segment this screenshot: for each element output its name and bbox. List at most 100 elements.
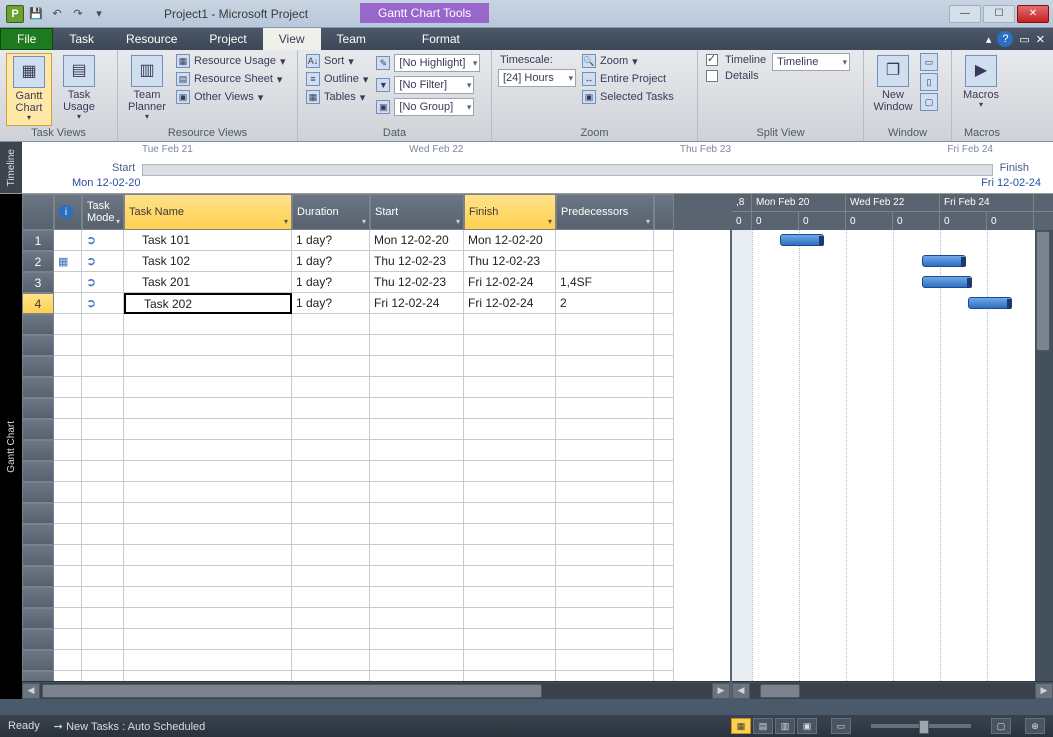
new-window-button[interactable]: ❐ New Window [870, 53, 916, 126]
empty-cell[interactable] [654, 419, 674, 440]
macros-button[interactable]: ▶ Macros▾ [958, 53, 1004, 126]
empty-cell[interactable] [82, 608, 124, 629]
cell-predecessors[interactable] [556, 230, 654, 251]
empty-cell[interactable] [464, 440, 556, 461]
zoom-slider[interactable] [871, 724, 971, 728]
empty-cell[interactable] [464, 524, 556, 545]
empty-cell[interactable] [22, 419, 54, 440]
table-row-empty[interactable] [22, 440, 730, 461]
cell-indicator[interactable]: ▦ [54, 251, 82, 272]
timeline-checkbox[interactable]: Timeline [704, 53, 768, 67]
empty-cell[interactable] [464, 419, 556, 440]
switch-windows-icon[interactable]: ▭ [920, 53, 938, 71]
table-row-empty[interactable] [22, 461, 730, 482]
scroll-right-icon[interactable]: ▶ [712, 683, 730, 699]
empty-cell[interactable] [556, 356, 654, 377]
table-row-empty[interactable] [22, 629, 730, 650]
selected-tasks-button[interactable]: ▣Selected Tasks [580, 89, 676, 105]
col-task-name[interactable]: Task Name▾ [124, 194, 292, 230]
zoom-in-icon[interactable]: ⊕ [1025, 718, 1045, 734]
empty-cell[interactable] [370, 335, 464, 356]
cell-extra[interactable] [654, 272, 674, 293]
empty-cell[interactable] [292, 335, 370, 356]
empty-cell[interactable] [464, 356, 556, 377]
empty-cell[interactable] [82, 524, 124, 545]
empty-cell[interactable] [22, 314, 54, 335]
timeline-view-dropdown[interactable]: Timeline [772, 53, 850, 71]
empty-cell[interactable] [82, 314, 124, 335]
empty-cell[interactable] [82, 377, 124, 398]
empty-cell[interactable] [556, 608, 654, 629]
gantt-bar[interactable] [968, 297, 1012, 309]
empty-cell[interactable] [124, 629, 292, 650]
empty-cell[interactable] [124, 608, 292, 629]
cell-start[interactable]: Thu 12-02-23 [370, 272, 464, 293]
filter-dropdown[interactable]: ▼[No Filter] [374, 75, 482, 95]
gantt-chart-button[interactable]: ▦ Gantt Chart▾ [6, 53, 52, 126]
empty-cell[interactable] [124, 650, 292, 671]
minimize-button[interactable]: — [949, 5, 981, 23]
empty-cell[interactable] [22, 356, 54, 377]
empty-cell[interactable] [82, 461, 124, 482]
empty-cell[interactable] [556, 335, 654, 356]
scroll-right-icon[interactable]: ▶ [1035, 683, 1053, 699]
cell-predecessors[interactable]: 1,4SF [556, 272, 654, 293]
empty-cell[interactable] [464, 545, 556, 566]
empty-cell[interactable] [22, 608, 54, 629]
empty-cell[interactable] [22, 503, 54, 524]
col-task-mode[interactable]: Task Mode▾ [82, 194, 124, 230]
cell-indicator[interactable] [54, 230, 82, 251]
empty-cell[interactable] [82, 356, 124, 377]
empty-cell[interactable] [370, 419, 464, 440]
empty-cell[interactable] [292, 566, 370, 587]
empty-cell[interactable] [54, 566, 82, 587]
cell-finish[interactable]: Thu 12-02-23 [464, 251, 556, 272]
cell-indicator[interactable] [54, 293, 82, 314]
empty-cell[interactable] [654, 545, 674, 566]
empty-cell[interactable] [82, 482, 124, 503]
cell-start[interactable]: Fri 12-02-24 [370, 293, 464, 314]
empty-cell[interactable] [464, 608, 556, 629]
empty-cell[interactable] [292, 482, 370, 503]
sheet-hscroll[interactable]: ◀ ▶ [22, 681, 730, 699]
empty-cell[interactable] [464, 650, 556, 671]
empty-cell[interactable] [292, 419, 370, 440]
gantt-bar[interactable] [922, 276, 972, 288]
empty-cell[interactable] [464, 629, 556, 650]
empty-cell[interactable] [370, 629, 464, 650]
empty-cell[interactable] [124, 671, 292, 681]
col-indicators[interactable]: i [54, 194, 82, 230]
timeline-bar[interactable] [142, 164, 993, 176]
empty-cell[interactable] [464, 335, 556, 356]
empty-cell[interactable] [292, 356, 370, 377]
empty-cell[interactable] [464, 503, 556, 524]
cell-start[interactable]: Thu 12-02-23 [370, 251, 464, 272]
cell-predecessors[interactable] [556, 251, 654, 272]
empty-cell[interactable] [292, 671, 370, 681]
doc-restore-icon[interactable]: ▭ [1019, 33, 1029, 46]
empty-cell[interactable] [54, 503, 82, 524]
empty-cell[interactable] [556, 398, 654, 419]
gantt-hscroll[interactable]: ◀ ▶ [732, 681, 1053, 699]
row-number[interactable]: 2 [22, 251, 54, 272]
empty-cell[interactable] [22, 461, 54, 482]
cell-task-mode[interactable]: ➲ [82, 293, 124, 314]
empty-cell[interactable] [124, 398, 292, 419]
empty-cell[interactable] [464, 587, 556, 608]
table-row[interactable]: 4➲Task 2021 day?Fri 12-02-24Fri 12-02-24… [22, 293, 730, 314]
empty-cell[interactable] [556, 377, 654, 398]
empty-cell[interactable] [54, 482, 82, 503]
empty-cell[interactable] [654, 356, 674, 377]
empty-cell[interactable] [22, 482, 54, 503]
empty-cell[interactable] [54, 545, 82, 566]
empty-cell[interactable] [82, 650, 124, 671]
empty-cell[interactable] [654, 440, 674, 461]
table-row-empty[interactable] [22, 335, 730, 356]
cell-extra[interactable] [654, 251, 674, 272]
other-views-button[interactable]: ▣Other Views ▾ [174, 89, 287, 105]
cell-predecessors[interactable]: 2 [556, 293, 654, 314]
empty-cell[interactable] [654, 503, 674, 524]
empty-cell[interactable] [54, 335, 82, 356]
empty-cell[interactable] [654, 566, 674, 587]
empty-cell[interactable] [292, 650, 370, 671]
